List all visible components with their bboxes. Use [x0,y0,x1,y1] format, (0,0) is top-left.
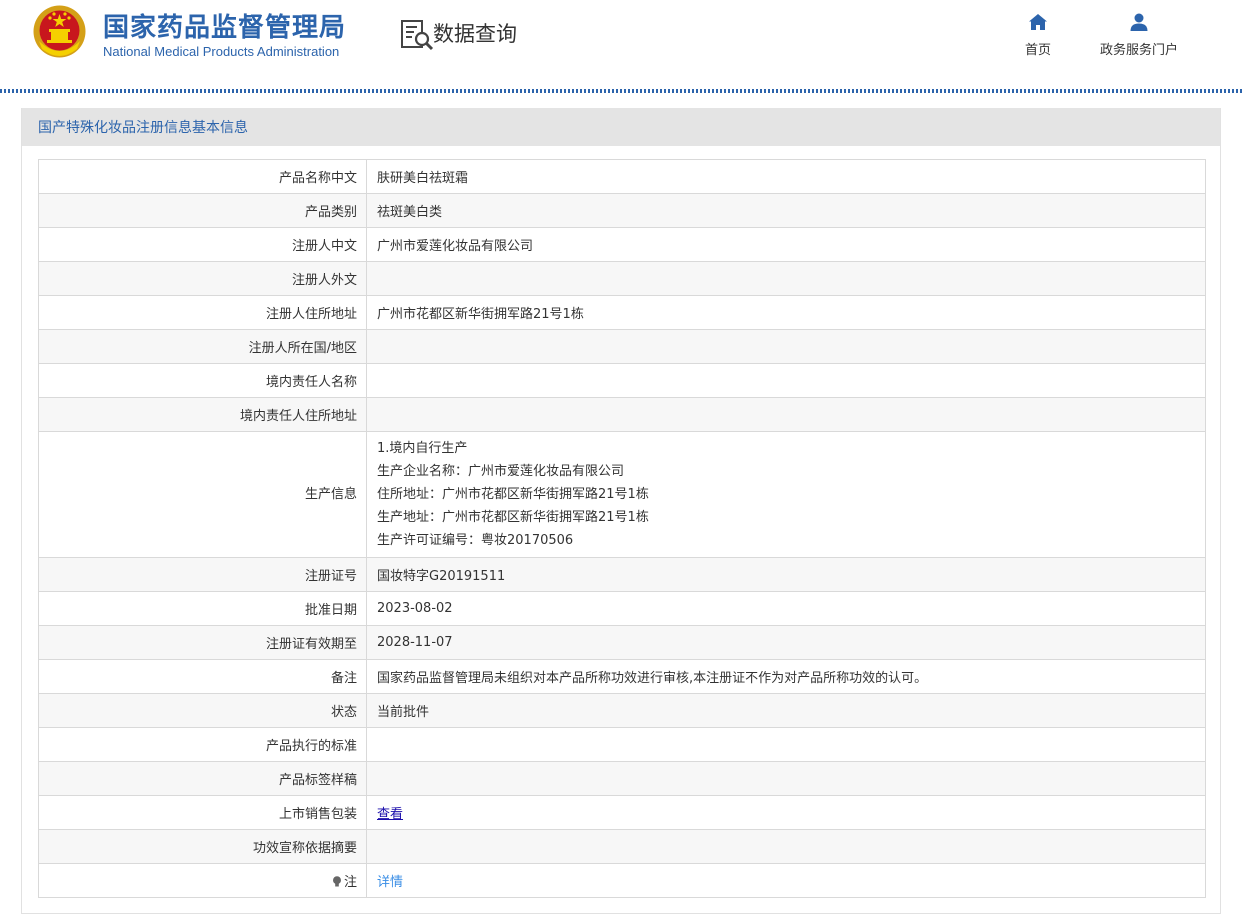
row-value [366,829,1206,864]
details-link[interactable]: 详情 [377,875,403,890]
nav-service-portal[interactable]: 政务服务门户 [1092,12,1186,58]
table-row: 状态 当前批件 [38,693,1206,728]
table-row: 注 详情 [38,863,1206,898]
row-label: 注册证有效期至 [38,625,367,660]
row-value: 当前批件 [366,693,1206,728]
row-value: 国妆特字G20191511 [366,557,1206,592]
table-row: 注册人中文 广州市爱莲化妆品有限公司 [38,227,1206,262]
row-value: 广州市爱莲化妆品有限公司 [366,227,1206,262]
row-value [366,363,1206,398]
bulb-icon [332,876,341,887]
row-value: 2028-11-07 [366,625,1206,660]
row-label: 产品执行的标准 [38,727,367,762]
row-value: 广州市花都区新华街拥军路21号1栋 [366,295,1206,330]
table-row: 注册人外文 [38,261,1206,296]
row-value [366,329,1206,364]
org-name-cn: 国家药品监督管理局 [103,13,347,43]
home-icon [1029,14,1047,30]
row-label: 功效宣称依据摘要 [38,829,367,864]
row-label: 注册证号 [38,557,367,592]
row-value [366,397,1206,432]
row-label: 注册人外文 [38,261,367,296]
row-label: 批准日期 [38,591,367,626]
table-row: 注册人住所地址 广州市花都区新华街拥军路21号1栋 [38,295,1206,330]
row-label: 境内责任人名称 [38,363,367,398]
panel-title: 国产特殊化妆品注册信息基本信息 [22,108,1220,146]
row-value: 2023-08-02 [366,591,1206,626]
production-line: 1.境内自行生产 [377,441,468,456]
registration-info-panel: 国产特殊化妆品注册信息基本信息 产品名称中文 肤研美白祛斑霜 产品类别 祛斑美白… [21,108,1221,914]
row-value: 祛斑美白类 [366,193,1206,228]
row-label: 备注 [38,659,367,694]
row-label: 境内责任人住所地址 [38,397,367,432]
table-row: 备注 国家药品监督管理局未组织对本产品所称功效进行审核,本注册证不作为对产品所称… [38,659,1206,694]
org-name-en: National Medical Products Administration [103,44,340,59]
view-package-link[interactable]: 查看 [377,807,403,822]
table-row: 注册证号 国妆特字G20191511 [38,557,1206,592]
user-icon [1130,13,1148,31]
row-value: 国家药品监督管理局未组织对本产品所称功效进行审核,本注册证不作为对产品所称功效的… [366,659,1206,694]
row-label: 产品名称中文 [38,159,367,194]
site-header: 国家药品监督管理局 National Medical Products Admi… [0,0,1242,93]
table-row: 境内责任人名称 [38,363,1206,398]
table-row: 注册人所在国/地区 [38,329,1206,364]
production-info: 1.境内自行生产 生产企业名称：广州市爱莲化妆品有限公司 住所地址：广州市花都区… [366,431,1206,558]
national-emblem-icon [33,5,86,58]
row-label: 注册人所在国/地区 [38,329,367,364]
row-label: 注册人住所地址 [38,295,367,330]
row-label: 产品标签样稿 [38,761,367,796]
row-label: 上市销售包装 [38,795,367,830]
table-row: 上市销售包装 查看 [38,795,1206,830]
info-table: 产品名称中文 肤研美白祛斑霜 产品类别 祛斑美白类 注册人中文 广州市爱莲化妆品… [38,159,1206,898]
row-label: 状态 [38,693,367,728]
nav-portal-label: 政务服务门户 [1099,43,1178,58]
header-divider [0,89,1242,93]
table-row: 境内责任人住所地址 [38,397,1206,432]
table-row: 注册证有效期至 2028-11-07 [38,625,1206,660]
table-row: 产品执行的标准 [38,727,1206,762]
row-label: 注册人中文 [38,227,367,262]
nav-home-label: 首页 [1024,43,1051,58]
table-row-production: 生产信息 1.境内自行生产 生产企业名称：广州市爱莲化妆品有限公司 住所地址：广… [38,431,1206,558]
row-label: 生产信息 [38,431,367,558]
row-value: 肤研美白祛斑霜 [366,159,1206,194]
table-row: 产品标签样稿 [38,761,1206,796]
note-label: 注 [343,875,357,890]
production-line: 生产企业名称：广州市爱莲化妆品有限公司 [377,464,625,479]
table-row: 批准日期 2023-08-02 [38,591,1206,626]
table-row: 产品名称中文 肤研美白祛斑霜 [38,159,1206,194]
table-row: 产品类别 祛斑美白类 [38,193,1206,228]
row-value: 查看 [366,795,1206,830]
section-title: 数据查询 [433,22,517,46]
note-label-cell: 注 [38,863,367,898]
nav-home[interactable]: 首页 [1017,12,1059,58]
row-value [366,727,1206,762]
row-value: 详情 [366,863,1206,898]
row-value [366,761,1206,796]
production-line: 生产地址：广州市花都区新华街拥军路21号1栋 [377,510,649,525]
row-label: 产品类别 [38,193,367,228]
production-line: 住所地址：广州市花都区新华街拥军路21号1栋 [377,487,649,502]
row-value [366,261,1206,296]
production-line: 生产许可证编号：粤妆20170506 [377,533,574,548]
table-row: 功效宣称依据摘要 [38,829,1206,864]
data-query-icon [401,20,434,51]
